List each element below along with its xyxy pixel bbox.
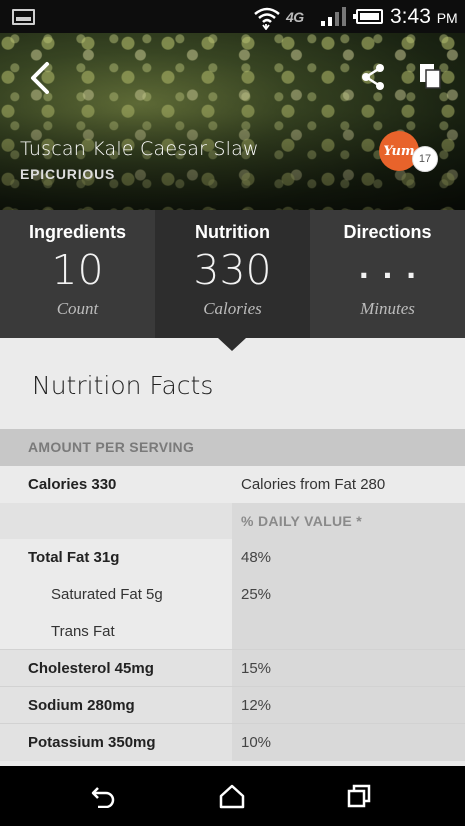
table-row: Potassium 350mg 10% bbox=[0, 724, 465, 761]
share-icon[interactable] bbox=[360, 63, 386, 91]
nutrient-name: Saturated Fat 5g bbox=[51, 586, 163, 603]
amount-per-serving-header: AMOUNT PER SERVING bbox=[0, 429, 465, 466]
nutrient-name: Sodium 280mg bbox=[28, 697, 135, 714]
table-row: Total Fat 31g 48% bbox=[0, 539, 465, 576]
status-bar: 4G 3:43 PM bbox=[0, 0, 465, 33]
clock: 3:43 PM bbox=[390, 5, 458, 28]
nav-back-icon[interactable] bbox=[90, 784, 116, 808]
daily-value: 25% bbox=[241, 586, 272, 603]
gallery-icon bbox=[12, 9, 35, 25]
active-tab-pointer bbox=[218, 338, 246, 351]
calories-value: 330 bbox=[193, 246, 272, 294]
tab-ingredients[interactable]: Ingredients 10 Count bbox=[0, 210, 155, 338]
nutrient-name: Total Fat 31g bbox=[28, 549, 120, 566]
ingredients-count-value: 10 bbox=[51, 246, 104, 294]
nutrient-name: Cholesterol 45mg bbox=[28, 660, 154, 677]
tab-ingredients-label: Ingredients bbox=[28, 222, 126, 242]
directions-minutes-value: ... bbox=[358, 252, 430, 285]
recipe-source[interactable]: EPICURIOUS bbox=[20, 166, 115, 182]
daily-value-header-row: % DAILY VALUE * bbox=[0, 503, 465, 540]
calories-unit: Calories bbox=[203, 299, 262, 318]
recipe-hero-image: Tuscan Kale Caesar Slaw EPICURIOUS Yum 1… bbox=[0, 33, 465, 210]
calories-label: Calories 330 bbox=[28, 476, 117, 493]
daily-value: 10% bbox=[241, 734, 272, 751]
table-row: Cholesterol 45mg 15% bbox=[0, 650, 465, 687]
network-type-label: 4G bbox=[286, 9, 304, 25]
nutrient-name: Potassium 350mg bbox=[28, 734, 156, 751]
signal-icon bbox=[321, 7, 346, 26]
back-icon[interactable] bbox=[27, 61, 53, 95]
daily-value-header: % DAILY VALUE * bbox=[241, 513, 362, 529]
ingredients-unit: Count bbox=[56, 299, 99, 318]
table-row: Sodium 280mg 12% bbox=[0, 687, 465, 724]
nutrition-facts-title: Nutrition Facts bbox=[32, 371, 214, 400]
battery-icon bbox=[353, 9, 383, 24]
tab-nutrition-label: Nutrition bbox=[195, 222, 270, 242]
nutrition-facts-panel: Nutrition Facts AMOUNT PER SERVING Calor… bbox=[0, 338, 465, 766]
daily-value: 48% bbox=[241, 549, 272, 566]
tab-directions-label: Directions bbox=[343, 222, 432, 242]
recipe-stats-tabs: Ingredients 10 Count Nutrition 330 Calor… bbox=[0, 210, 465, 338]
copy-icon[interactable] bbox=[418, 62, 442, 90]
navigation-bar bbox=[0, 766, 465, 826]
yum-count-badge: 17 bbox=[412, 146, 438, 172]
directions-unit: Minutes bbox=[360, 299, 415, 318]
table-row: Trans Fat bbox=[0, 613, 465, 650]
daily-value: 15% bbox=[241, 660, 272, 677]
home-icon[interactable] bbox=[218, 783, 246, 809]
recipe-title: Tuscan Kale Caesar Slaw bbox=[20, 138, 259, 160]
calories-row: Calories 330 Calories from Fat 280 bbox=[0, 466, 465, 503]
calories-from-fat: Calories from Fat 280 bbox=[241, 476, 386, 493]
daily-value: 12% bbox=[241, 697, 272, 714]
tab-directions[interactable]: Directions ... Minutes bbox=[310, 210, 465, 338]
recent-apps-icon[interactable] bbox=[346, 783, 372, 809]
tab-nutrition[interactable]: Nutrition 330 Calories bbox=[155, 210, 310, 338]
wifi-icon bbox=[254, 7, 280, 30]
table-row: Saturated Fat 5g 25% bbox=[0, 576, 465, 613]
nutrient-name: Trans Fat bbox=[51, 623, 115, 640]
